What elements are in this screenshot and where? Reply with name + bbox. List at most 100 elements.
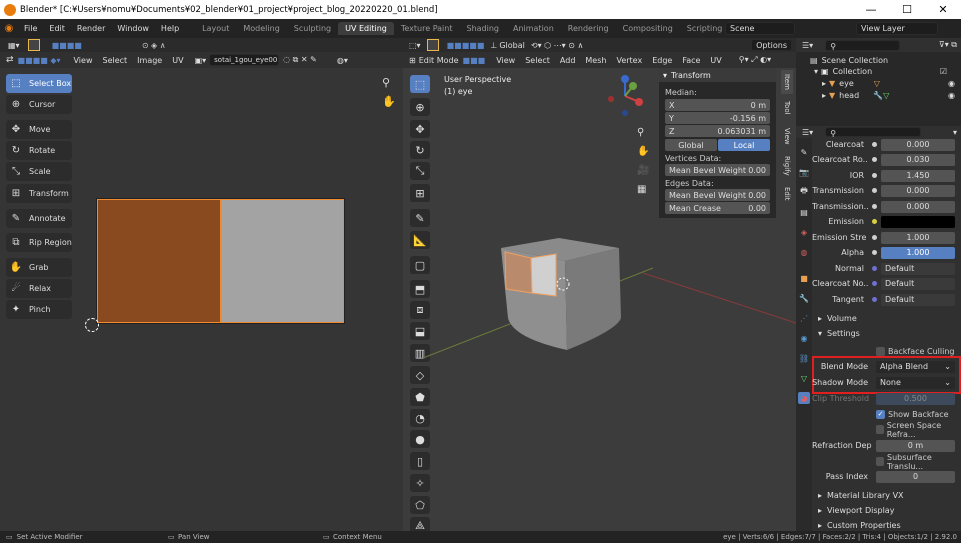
mode-icon[interactable]: ⊞ [409,56,416,65]
tab-tool[interactable]: Tool [781,97,793,119]
image-name-field[interactable]: sotai_1gou_eye00 [209,54,280,66]
vector-socket-icon[interactable] [872,297,877,302]
prop-tangent[interactable]: Tangent Default [812,293,961,306]
outliner-type-icon[interactable]: ☰▾ [802,41,813,50]
vp-zoom-icon[interactable]: ⚲ [637,127,644,138]
local-toggle[interactable]: Local [718,139,770,151]
prop-clearcoat[interactable]: Clearcoat 0.000 [812,138,961,151]
vp-menu-view[interactable]: View [491,56,520,65]
socket-icon[interactable] [872,204,877,209]
checkbox-icon[interactable] [876,425,884,434]
tool-move[interactable]: ✥ Move [6,120,72,139]
vp-select-mode-icon[interactable] [426,39,439,51]
properties-options-icon[interactable]: ▾ [953,128,957,137]
pivot-icon[interactable]: ⊙ ◈ ∧ [142,41,166,50]
vp-camera-icon[interactable]: 🎥 [637,165,649,176]
orientation-icon[interactable]: ⊥ [490,41,497,50]
tab-layout[interactable]: Layout [195,22,236,35]
visibility-eye-icon[interactable]: ◉ [948,91,955,100]
navigation-gizmo[interactable] [608,75,643,116]
ssr-checkbox[interactable]: Screen Space Refra... [812,421,961,439]
outliner-search-input[interactable]: ⚲ [825,39,901,51]
prop-emission[interactable]: Emission [812,215,961,228]
vp-menu-face[interactable]: Face [677,56,705,65]
emission-color-swatch[interactable] [881,215,955,228]
tab-edit[interactable]: Edit [781,184,793,204]
vp-menu-select[interactable]: Select [520,56,555,65]
tool-rotate[interactable]: ↻ Rotate [6,141,72,160]
checkbox-icon[interactable] [876,347,885,356]
checkbox-checked-icon[interactable]: ✓ [876,410,885,419]
mode-dropdown[interactable]: Edit Mode [419,56,459,65]
tab-rigify[interactable]: Rigify [781,153,793,179]
tab-scripting[interactable]: Scripting [680,22,730,35]
selected-face[interactable] [530,253,557,297]
prop-clearcoat-normal[interactable]: Clearcoat No... Default [812,277,961,290]
socket-icon[interactable] [872,173,877,178]
tab-shading[interactable]: Shading [459,22,506,35]
menu-edit[interactable]: Edit [43,24,71,33]
tab-rendering[interactable]: Rendering [561,22,616,35]
median-x-field[interactable]: X0 m [665,99,770,111]
snap-icons[interactable]: ⟲▾ ⬡ ⋯▾ ⊙ ∧ [531,41,583,50]
collection-checkbox-icon[interactable]: ☑ [940,67,947,76]
vp-pan-hand-icon[interactable]: ✋ [637,146,649,157]
material-library-panel-header[interactable]: ▸ Material Library VX [812,488,961,502]
blend-mode-dropdown[interactable]: Alpha Blend ⌄ [876,360,955,373]
shadow-mode-row[interactable]: Shadow Mode None ⌄ [812,376,961,389]
tab-view[interactable]: View [781,125,793,147]
uv-pan-hand-icon[interactable]: ✋ [382,95,396,108]
blend-mode-row[interactable]: Blend Mode Alpha Blend ⌄ [812,360,961,373]
output-tab-icon[interactable]: 🖶 [798,186,810,198]
tool-tab-icon[interactable]: ✎ [798,146,810,158]
uv-menu-image[interactable]: Image [132,56,167,65]
tool-cursor[interactable]: ⊕ Cursor [6,95,72,114]
prop-alpha[interactable]: Alpha 1.000 [812,246,961,259]
properties-search-input[interactable]: ⚲ [825,127,922,138]
socket-icon[interactable] [872,250,877,255]
minimize-button[interactable]: — [853,3,889,16]
prop-clearcoat-roughness[interactable]: Clearcoat Ro... 0.030 [812,153,961,166]
uv-face-selected[interactable] [97,199,221,323]
tool-rip-region[interactable]: ⧉ Rip Region [6,233,72,252]
tool-grab[interactable]: ✋ Grab [6,258,72,277]
vp-menu-mesh[interactable]: Mesh [580,56,611,65]
filter-icon[interactable]: ⊽▾ ⧉ [939,40,957,50]
edge-bevel-weight-field[interactable]: Mean Bevel Weight 0.00 [665,189,770,201]
outliner-scene-collection[interactable]: ▤ Scene Collection [810,56,888,65]
uv-menu-select[interactable]: Select [97,56,132,65]
data-tab-icon[interactable]: ▽ [798,372,810,384]
outliner-collection[interactable]: ▾ ▣ Collection ☑ [814,67,961,76]
orientation-dropdown[interactable]: Global [499,41,525,50]
mean-crease-field[interactable]: Mean Crease 0.00 [665,202,770,214]
vector-socket-icon[interactable] [872,281,877,286]
outliner-item-head[interactable]: ▸ ▼ head 🔧 ▽ ◉ [822,91,961,100]
tab-compositing[interactable]: Compositing [616,22,680,35]
menu-file[interactable]: File [18,24,43,33]
socket-icon[interactable] [872,235,877,240]
image-browse-icon[interactable]: ▣▾ [195,56,207,65]
render-tab-icon[interactable]: 📷 [798,166,810,178]
volume-panel-header[interactable]: ▸ Volume [812,311,961,325]
tab-item[interactable]: Item [781,70,793,94]
vp-shading-icons[interactable]: ⚲▾ ⤢ ◐▾ [739,55,771,65]
prop-transmission[interactable]: Transmission 0.000 [812,184,961,197]
uv-sync-icon[interactable]: ⇄ [6,55,14,65]
object-tab-icon[interactable]: ■ [798,272,810,284]
editor-type-icon[interactable]: ▦▾ [8,41,20,50]
checkbox-icon[interactable] [876,457,884,466]
scene-selector[interactable]: Scene [725,22,795,35]
median-z-field[interactable]: Z 0.063031 m [665,125,770,137]
close-button[interactable]: ✕ [925,3,961,16]
mesh-select-mode-icons[interactable]: ■■■ [463,56,486,65]
tool-transform[interactable]: ⊞ Transform [6,184,72,203]
scene-tab-icon[interactable]: ◈ [798,226,810,238]
vp-menu-uv[interactable]: UV [705,56,726,65]
uv-menu-view[interactable]: View [69,56,98,65]
socket-icon[interactable] [872,142,877,147]
physics-tab-icon[interactable]: ◉ [798,332,810,344]
vector-socket-icon[interactable] [872,266,877,271]
shadow-mode-dropdown[interactable]: None ⌄ [876,376,955,389]
uv-menu-uv[interactable]: UV [167,56,188,65]
properties-type-icon[interactable]: ☰▾ [802,128,813,137]
